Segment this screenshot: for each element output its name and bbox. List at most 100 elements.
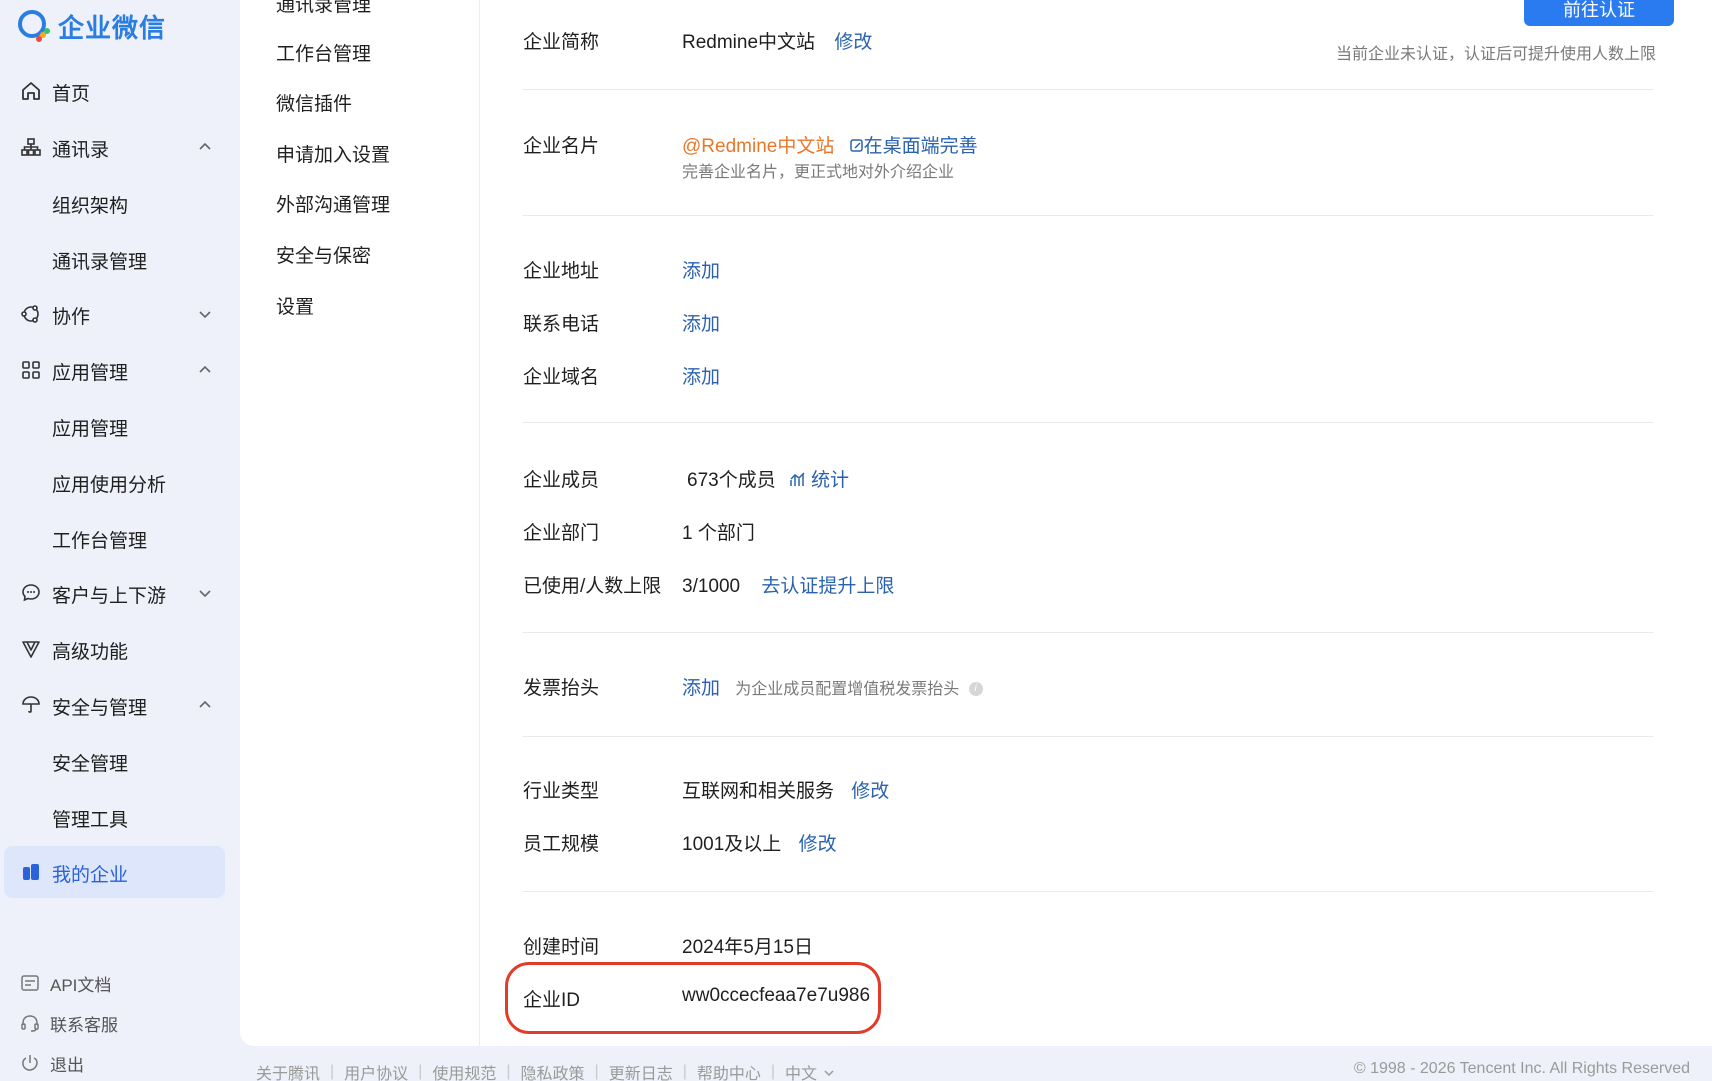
company-icon — [23, 864, 39, 880]
nav-my-company[interactable]: 我的企业 — [4, 846, 225, 898]
home-icon — [22, 82, 40, 100]
nav-contacts[interactable]: 通讯录 — [4, 121, 225, 173]
logout-link[interactable]: 退出 — [20, 1048, 84, 1078]
footer-changelog-link[interactable]: 更新日志 — [609, 1060, 673, 1081]
nav-workbench-label: 工作台管理 — [52, 531, 148, 552]
divider — [522, 632, 1654, 633]
created-value: 2024年5月15日 — [682, 937, 813, 958]
address-add-link[interactable]: 添加 — [682, 256, 720, 283]
umbrella-icon — [22, 696, 40, 713]
nav-contacts-mgmt-label: 通讯录管理 — [52, 252, 148, 273]
support-label: 联系客服 — [50, 1015, 118, 1035]
domain-add-link[interactable]: 添加 — [682, 362, 720, 389]
headset-icon — [21, 1015, 39, 1032]
chevron-down-icon[interactable] — [196, 584, 214, 602]
support-link[interactable]: 联系客服 — [20, 1008, 118, 1038]
card-hint: 完善企业名片，更正式地对外介绍企业 — [682, 164, 955, 181]
footer-rules-link[interactable]: 使用规范 — [432, 1060, 496, 1081]
nav-org-label: 组织架构 — [52, 196, 129, 217]
nav-org[interactable]: 组织架构 — [4, 177, 225, 229]
nav-apps[interactable]: 应用管理 — [4, 344, 225, 396]
subnav-item-wechat-plugin[interactable]: 微信插件 — [276, 89, 352, 116]
short-name-label: 企业简称 — [523, 32, 600, 53]
footer-terms-link[interactable]: 用户协议 — [344, 1060, 408, 1081]
invoice-hint: 为企业成员配置增值税发票抬头 — [735, 681, 960, 698]
footer-about-link[interactable]: 关于腾讯 — [256, 1060, 320, 1081]
nav-security[interactable]: 安全与管理 — [4, 679, 225, 731]
chevron-up-icon[interactable] — [196, 138, 214, 156]
info-icon[interactable]: i — [968, 681, 983, 696]
wecom-logo-icon — [18, 10, 50, 42]
subnav-item-security[interactable]: 安全与保密 — [276, 241, 371, 268]
nav-customers[interactable]: 客户与上下游 — [4, 567, 225, 619]
nav-contacts-mgmt[interactable]: 通讯录管理 — [4, 233, 225, 285]
subnav-item-settings[interactable]: 设置 — [276, 292, 314, 319]
chat-bubble-icon — [22, 584, 40, 602]
card-edit-link[interactable]: 在桌面端完善 — [849, 136, 978, 157]
nav-home-label: 首页 — [52, 84, 91, 105]
chevron-up-icon[interactable] — [196, 361, 214, 379]
created-label: 创建时间 — [523, 937, 600, 958]
nav-home[interactable]: 首页 — [4, 65, 225, 117]
members-label: 企业成员 — [523, 470, 600, 491]
divider — [522, 736, 1654, 737]
copyright: © 1998 - 2026 Tencent Inc. All Rights Re… — [1353, 1060, 1690, 1077]
main-nav: 企业微信 首页 通讯录 组织架构 通讯录管理 协作 应用管理 应用管理 应用使用… — [0, 0, 240, 1081]
nav-app-analytics[interactable]: 应用使用分析 — [4, 456, 225, 508]
apps-grid-icon — [22, 361, 40, 379]
go-certify-button[interactable]: 前往认证 — [1524, 0, 1674, 26]
corp-id-highlight — [505, 962, 881, 1034]
divider — [522, 422, 1654, 423]
nav-advanced[interactable]: 高级功能 — [4, 623, 225, 675]
card-edit-label: 在桌面端完善 — [863, 136, 978, 157]
nav-apps-mgmt[interactable]: 应用管理 — [4, 400, 225, 452]
nav-tools[interactable]: 管理工具 — [4, 791, 225, 843]
nav-apps-label: 应用管理 — [52, 363, 129, 384]
api-docs-link[interactable]: API文档 — [20, 968, 111, 998]
stats-chart-icon — [790, 472, 805, 486]
api-docs-label: API文档 — [50, 975, 112, 995]
size-edit-link[interactable]: 修改 — [799, 834, 837, 855]
depts-label: 企业部门 — [523, 523, 600, 544]
sub-nav: 通讯录管理 工作台管理 微信插件 申请加入设置 外部沟通管理 安全与保密 设置 — [240, 0, 480, 1046]
logo-text: 企业微信 — [58, 12, 167, 43]
short-name-edit-link[interactable]: 修改 — [834, 32, 872, 53]
org-chart-icon — [21, 138, 41, 156]
depts-value: 1 个部门 — [682, 523, 755, 544]
subnav-item-join-settings[interactable]: 申请加入设置 — [276, 140, 390, 167]
subnav-item-external[interactable]: 外部沟通管理 — [276, 190, 390, 217]
footer-privacy-link[interactable]: 隐私政策 — [521, 1060, 585, 1081]
card-row: @Redmine中文站 在桌面端完善 — [682, 131, 978, 158]
divider: | — [506, 1063, 511, 1080]
certify-upgrade-link[interactable]: 去认证提升上限 — [761, 576, 894, 597]
footer-help-link[interactable]: 帮助中心 — [697, 1060, 761, 1081]
divider: | — [770, 1063, 776, 1080]
divider — [522, 215, 1654, 216]
short-name-value: Redmine中文站 — [682, 32, 816, 53]
size-value: 1001及以上 — [682, 834, 782, 855]
nav-security-mgmt[interactable]: 安全管理 — [4, 735, 225, 787]
members-stats-link[interactable]: 统计 — [789, 470, 849, 491]
usage-label: 已使用/人数上限 — [523, 576, 662, 597]
app-logo[interactable]: 企业微信 — [16, 8, 166, 44]
industry-edit-link[interactable]: 修改 — [851, 781, 889, 802]
divider: | — [330, 1063, 335, 1080]
advanced-icon — [22, 641, 40, 658]
phone-add-link[interactable]: 添加 — [682, 309, 720, 336]
nav-workbench[interactable]: 工作台管理 — [4, 512, 225, 564]
subnav-item-workbench[interactable]: 工作台管理 — [276, 39, 371, 66]
subnav-item-contacts-mgmt[interactable]: 通讯录管理 — [276, 0, 371, 17]
power-icon — [22, 1055, 38, 1071]
usage-row: 3/1000 去认证提升上限 — [682, 571, 894, 598]
invoice-label: 发票抬头 — [523, 678, 600, 699]
invoice-add-link[interactable]: 添加 — [682, 678, 720, 699]
chevron-up-icon[interactable] — [196, 696, 214, 714]
divider — [522, 89, 1654, 90]
chevron-down-icon[interactable] — [196, 305, 214, 323]
divider — [522, 891, 1654, 892]
phone-label: 联系电话 — [523, 314, 600, 335]
members-row: 673个成员 统计 — [687, 465, 849, 492]
card-value[interactable]: @Redmine中文站 — [682, 136, 834, 157]
language-select[interactable]: 中文 — [785, 1060, 835, 1081]
nav-collab[interactable]: 协作 — [4, 288, 225, 340]
